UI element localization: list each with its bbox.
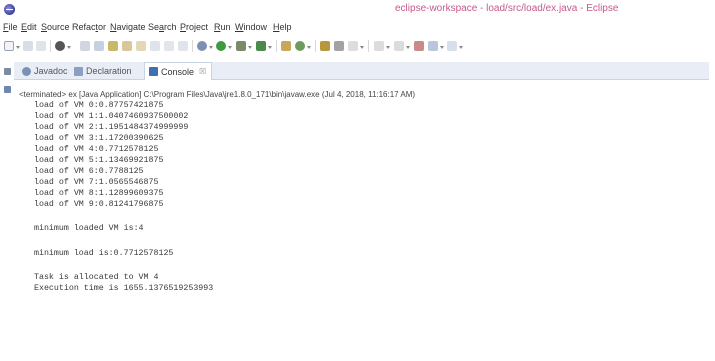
chevron-down-icon[interactable] xyxy=(228,46,232,49)
chevron-down-icon[interactable] xyxy=(16,46,20,49)
chevron-down-icon[interactable] xyxy=(209,46,213,49)
close-icon[interactable]: ☒ xyxy=(199,67,206,76)
console-line: minimum loaded VM is:4 xyxy=(34,224,144,233)
tab-console[interactable]: Console ☒ xyxy=(144,62,213,80)
console-line: load of VM 8:1.12899609375 xyxy=(34,189,164,198)
menu-edit[interactable]: Edit xyxy=(21,22,37,32)
next-annotation-icon[interactable] xyxy=(374,41,384,51)
console-line: minimum load is:0.7712578125 xyxy=(34,249,174,258)
title-bar: eclipse-workspace - load/src/load/ex.jav… xyxy=(0,0,715,20)
annotation-icon[interactable] xyxy=(108,41,118,51)
save-icon[interactable] xyxy=(23,41,33,51)
menu-run[interactable]: Run xyxy=(214,22,231,32)
back-icon[interactable] xyxy=(428,41,438,51)
toolbar xyxy=(0,37,715,55)
open-task-icon[interactable] xyxy=(334,41,344,51)
mark-icon[interactable] xyxy=(94,41,104,51)
new-class-icon[interactable] xyxy=(281,41,291,51)
pin-icon[interactable] xyxy=(136,41,146,51)
toolbar-separator xyxy=(315,40,316,52)
toggle-icon[interactable] xyxy=(80,41,90,51)
settings-icon[interactable] xyxy=(197,41,207,51)
console-icon xyxy=(149,67,158,76)
console-line: load of VM 4:0.7712578125 xyxy=(34,145,159,154)
tab-label: Javadoc xyxy=(34,66,68,76)
chevron-down-icon[interactable] xyxy=(307,46,311,49)
menu-search[interactable]: Search xyxy=(148,22,177,32)
previous-annotation-icon[interactable] xyxy=(394,41,404,51)
grid-icon[interactable] xyxy=(164,41,174,51)
console-line: load of VM 9:0.81241796875 xyxy=(34,200,164,209)
javadoc-icon xyxy=(22,66,31,76)
eclipse-icon[interactable] xyxy=(4,4,15,15)
debug-icon[interactable] xyxy=(55,41,65,51)
restore-icon[interactable] xyxy=(4,68,11,75)
open-type-icon[interactable] xyxy=(295,41,305,51)
chevron-down-icon[interactable] xyxy=(386,46,390,49)
format-icon[interactable] xyxy=(150,41,160,51)
forward-icon[interactable] xyxy=(447,41,457,51)
highlight-icon[interactable] xyxy=(122,41,132,51)
menu-bar: File Edit Source Refactor Navigate Searc… xyxy=(0,20,715,36)
package-explorer-icon[interactable] xyxy=(4,86,11,93)
external-tools-icon[interactable] xyxy=(236,41,246,51)
new-icon[interactable] xyxy=(4,41,14,51)
menu-window[interactable]: Window xyxy=(235,22,267,32)
console-line: Execution time is 1655.1376519253993 xyxy=(34,284,214,293)
chevron-down-icon[interactable] xyxy=(268,46,272,49)
toolbar-separator xyxy=(368,40,369,52)
toolbar-separator xyxy=(192,40,193,52)
menu-file[interactable]: File xyxy=(3,22,18,32)
console-line: load of VM 2:1.1951484374999999 xyxy=(34,123,189,132)
tab-label: Declaration xyxy=(86,66,132,76)
console-line: load of VM 0:0.87757421875 xyxy=(34,101,164,110)
chevron-down-icon[interactable] xyxy=(360,46,364,49)
console-line: load of VM 6:0.7788125 xyxy=(34,167,144,176)
console-status: <terminated> ex [Java Application] C:\Pr… xyxy=(19,90,416,99)
console-line: Task is allocated to VM 4 xyxy=(34,273,159,282)
edit-icon[interactable] xyxy=(348,41,358,51)
list-icon[interactable] xyxy=(178,41,188,51)
menu-project[interactable]: Project xyxy=(180,22,208,32)
tab-javadoc[interactable]: Javadoc xyxy=(22,62,68,80)
chevron-down-icon[interactable] xyxy=(406,46,410,49)
last-edit-icon[interactable] xyxy=(414,41,424,51)
console-line: load of VM 1:1.0407460937500002 xyxy=(34,112,189,121)
menu-source[interactable]: Source xyxy=(41,22,70,32)
menu-refactor[interactable]: Refactor xyxy=(72,22,106,32)
toolbar-separator xyxy=(276,40,277,52)
console-line: load of VM 3:1.17200390625 xyxy=(34,134,164,143)
console-output[interactable]: <terminated> ex [Java Application] C:\Pr… xyxy=(14,80,709,361)
chevron-down-icon[interactable] xyxy=(459,46,463,49)
declaration-icon xyxy=(74,66,83,76)
tab-label: Console xyxy=(161,66,195,77)
chevron-down-icon[interactable] xyxy=(248,46,252,49)
console-line: load of VM 5:1.13469921875 xyxy=(34,156,164,165)
new-package-icon[interactable] xyxy=(256,41,266,51)
toolbar-separator xyxy=(50,40,51,52)
chevron-down-icon[interactable] xyxy=(67,46,71,49)
save-all-icon[interactable] xyxy=(36,41,46,51)
search-icon[interactable] xyxy=(320,41,330,51)
left-trim xyxy=(0,62,14,122)
run-icon[interactable] xyxy=(216,41,226,51)
chevron-down-icon[interactable] xyxy=(440,46,444,49)
window-title: eclipse-workspace - load/src/load/ex.jav… xyxy=(395,3,619,14)
tab-declaration[interactable]: Declaration xyxy=(74,62,132,80)
console-view-tabs: Javadoc Declaration Console ☒ xyxy=(14,62,709,80)
console-line: load of VM 7:1.0565546875 xyxy=(34,178,159,187)
menu-navigate[interactable]: Navigate xyxy=(110,22,146,32)
menu-help[interactable]: Help xyxy=(273,22,292,32)
